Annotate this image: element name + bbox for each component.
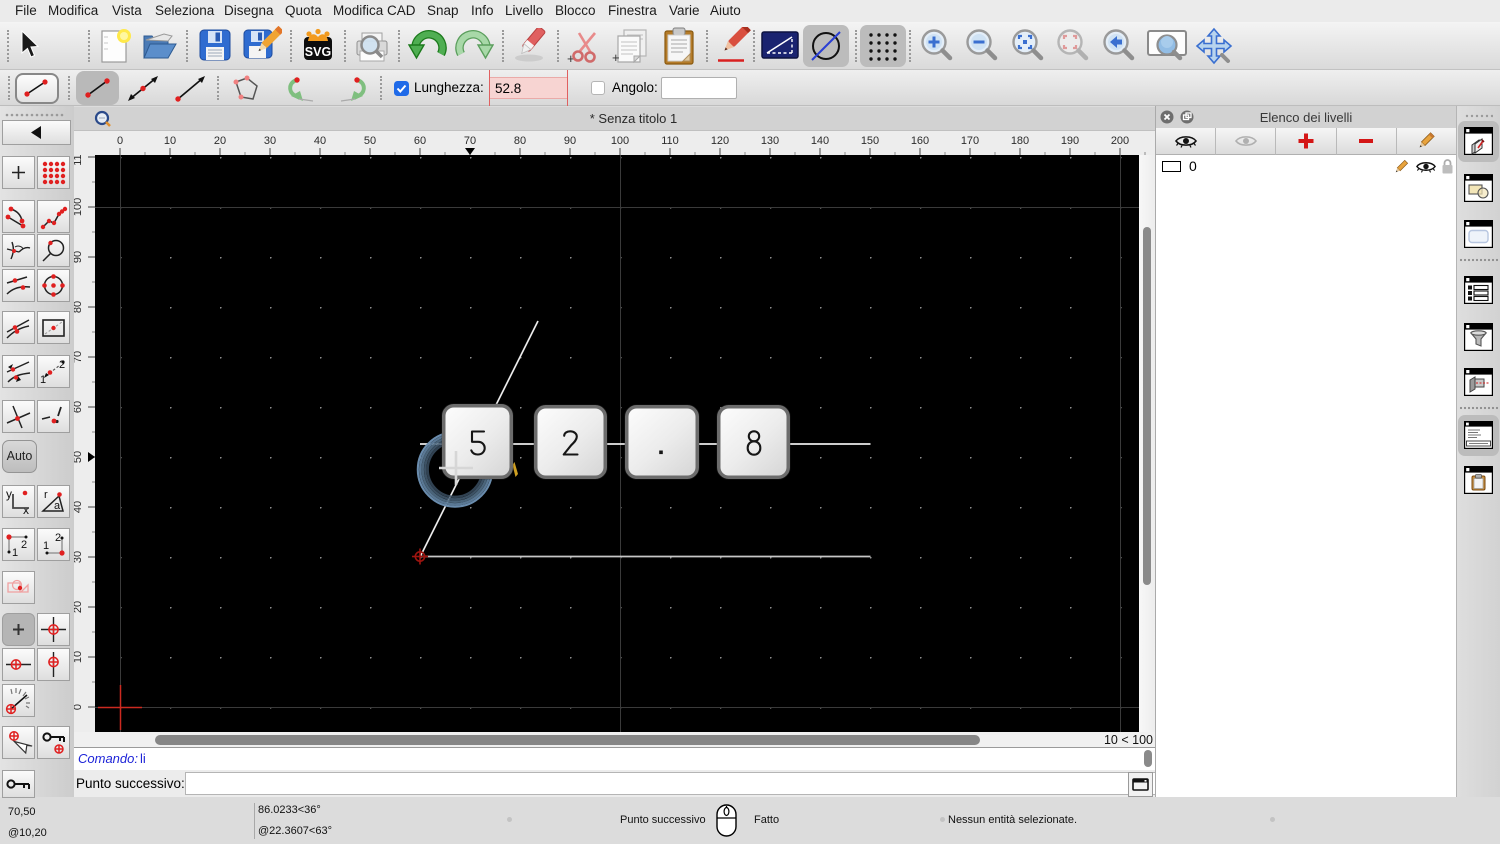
svg-text:190: 190	[1061, 135, 1079, 147]
svg-text:y: y	[6, 487, 12, 501]
svg-text:80: 80	[74, 301, 84, 313]
svg-text:50: 50	[364, 135, 376, 147]
svg-text:30: 30	[74, 551, 84, 563]
svg-text:10: 10	[164, 135, 176, 147]
svg-text:+: +	[612, 50, 620, 65]
svg-text:180: 180	[1011, 135, 1029, 147]
svg-text:160: 160	[911, 135, 929, 147]
svg-text:40: 40	[314, 135, 326, 147]
svg-text:60: 60	[74, 401, 84, 413]
svg-text:60: 60	[414, 135, 426, 147]
svg-text:1: 1	[12, 547, 18, 559]
svg-text:120: 120	[711, 135, 729, 147]
svg-text:r: r	[44, 489, 48, 501]
svg-text:10: 10	[74, 651, 84, 663]
svg-text:70: 70	[464, 135, 476, 147]
svg-text:x: x	[23, 503, 29, 517]
svg-text:140: 140	[811, 135, 829, 147]
svg-text:200: 200	[1111, 135, 1129, 147]
svg-text:1: 1	[43, 540, 49, 552]
svg-text:30: 30	[264, 135, 276, 147]
svg-text:70: 70	[74, 351, 84, 363]
svg-text:2: 2	[21, 539, 27, 551]
svg-text:20: 20	[214, 135, 226, 147]
svg-text:0: 0	[117, 135, 123, 147]
svg-text:150: 150	[861, 135, 879, 147]
svg-text:90: 90	[564, 135, 576, 147]
svg-text:110: 110	[661, 135, 679, 147]
svg-text:110: 110	[74, 155, 84, 166]
svg-text:a: a	[54, 500, 61, 512]
svg-text:170: 170	[961, 135, 979, 147]
svg-text:SVG: SVG	[305, 45, 331, 59]
svg-text:130: 130	[761, 135, 779, 147]
svg-text:50: 50	[74, 451, 84, 463]
svg-text:40: 40	[74, 501, 84, 513]
svg-text:20: 20	[74, 601, 84, 613]
svg-text:100: 100	[74, 198, 84, 216]
svg-text:80: 80	[514, 135, 526, 147]
svg-text:0: 0	[74, 704, 84, 710]
svg-text:90: 90	[74, 251, 84, 263]
svg-text:100: 100	[611, 135, 629, 147]
svg-text:2: 2	[55, 532, 61, 544]
